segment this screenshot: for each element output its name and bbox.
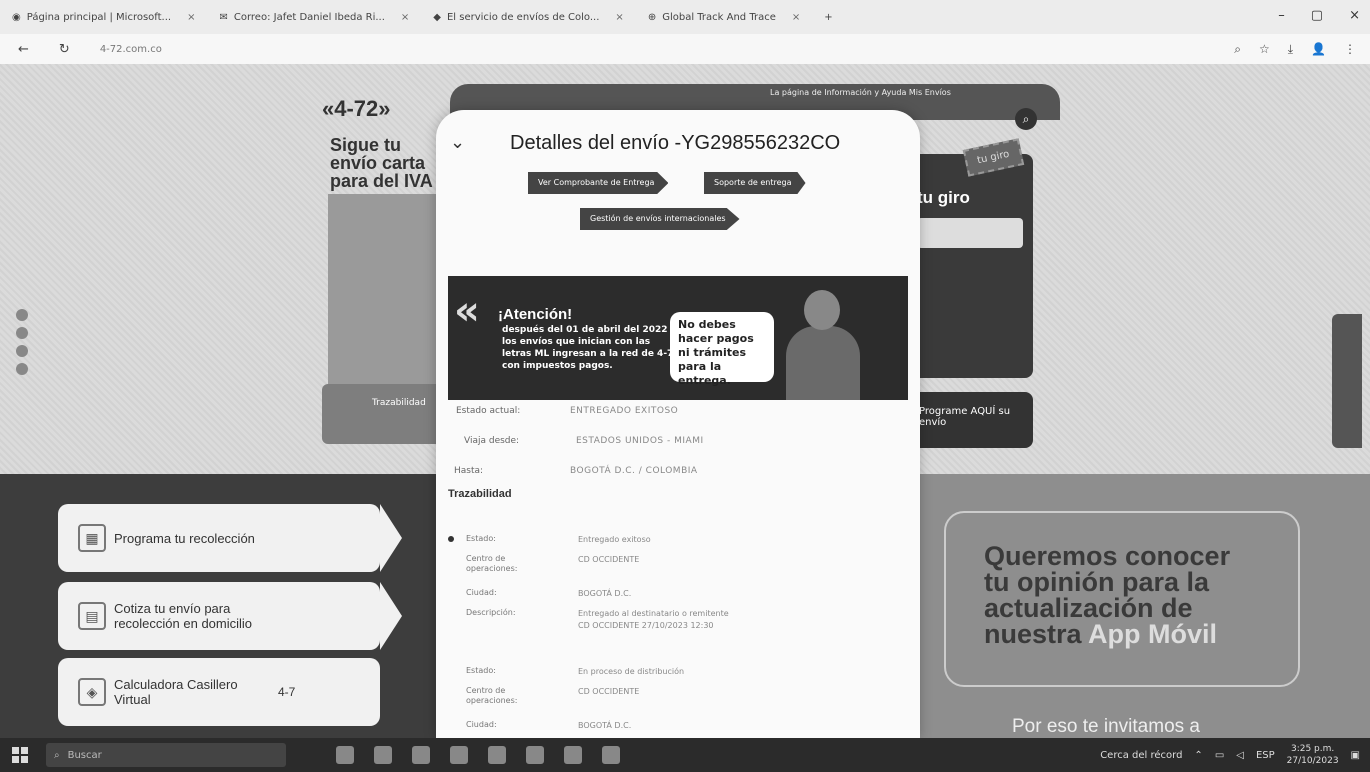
youtube-icon[interactable] <box>16 363 28 375</box>
instagram-icon[interactable] <box>16 327 28 339</box>
address-bar: ← ↻ 4-72.com.co ⌕ ☆ ⤓ 👤 ⋮ <box>0 34 1370 64</box>
tab-label: Correo: Jafet Daniel Ibeda Ri... <box>233 11 385 23</box>
trazabilidad-heading: Trazabilidad <box>448 488 512 500</box>
language-indicator[interactable]: ESP <box>1256 750 1275 761</box>
tracking-banner[interactable]: Trazabilidad <box>322 384 442 444</box>
double-chevron-icon: « <box>454 288 480 334</box>
attention-banner: « ¡Atención! después del 01 de abril del… <box>448 276 908 400</box>
tab-label: Global Track And Trace <box>662 11 776 23</box>
url-field[interactable]: 4-72.com.co <box>100 44 162 55</box>
edge-icon: ◉ <box>12 11 21 23</box>
volume-icon[interactable]: ◁ <box>1236 750 1244 761</box>
reload-icon[interactable]: ↻ <box>59 42 70 57</box>
tab-correo[interactable]: ✉ Correo: Jafet Daniel Ibeda Ri... × <box>207 0 421 34</box>
windows-start-icon[interactable] <box>12 747 28 763</box>
back-icon[interactable]: ← <box>18 42 29 57</box>
ver-comprobante-button[interactable]: Ver Comprobante de Entrega <box>528 172 669 194</box>
card-cotiza-envio[interactable]: ▤ Cotiza tu envío para recolección en do… <box>58 582 402 650</box>
taskbar-apps <box>336 746 620 764</box>
giro-input[interactable] <box>917 218 1023 248</box>
giro-panel: tu giro tu giro <box>905 138 1033 378</box>
person-illustration <box>782 286 862 400</box>
promo-heading: Sigue tu envío carta para del IVA <box>330 135 433 191</box>
taskbar-search[interactable]: ⌕ Buscar <box>46 743 286 767</box>
shipment-details-modal: ⌄ Detalles del envío -YG298556232CO Ver … <box>436 110 920 738</box>
globe-icon: ⊕ <box>647 11 657 23</box>
search-icon: ⌕ <box>54 749 60 761</box>
promo-panel <box>328 194 448 384</box>
network-icon[interactable]: ▭ <box>1215 750 1224 761</box>
maximize-icon[interactable]: ▢ <box>1311 8 1323 23</box>
calendar-icon: ▦ <box>78 524 106 552</box>
box-icon: ◈ <box>78 678 106 706</box>
new-tab-button[interactable]: + <box>812 0 844 34</box>
chrome-app-icon[interactable] <box>602 746 620 764</box>
card-programa-recoleccion[interactable]: ▦ Programa tu recolección <box>58 504 402 572</box>
explorer-app-icon[interactable] <box>412 746 430 764</box>
tab-label: Página principal | Microsoft... <box>26 11 172 23</box>
close-window-icon[interactable]: × <box>1349 8 1360 23</box>
close-icon[interactable]: × <box>187 12 195 23</box>
attention-body: después del 01 de abril del 2022 los env… <box>502 325 680 371</box>
excel-app-icon[interactable] <box>526 746 544 764</box>
close-icon[interactable]: × <box>401 12 409 23</box>
header-links[interactable]: La página de Información y Ayuda Mis Env… <box>770 88 951 97</box>
window-controls: – ▢ × <box>1278 8 1360 23</box>
edge-app-icon[interactable] <box>374 746 392 764</box>
menu-icon[interactable]: ⋮ <box>1344 42 1356 57</box>
tab-label: El servicio de envíos de Colo... <box>446 11 600 23</box>
giro-program-link[interactable]: Programe AQUÍ su envío <box>905 392 1033 448</box>
close-icon[interactable]: × <box>792 12 800 23</box>
gestion-internacional-button[interactable]: Gestión de envíos internacionales <box>580 208 740 230</box>
windows-taskbar: ⌕ Buscar Cerca del récord ⌃ ▭ ◁ ESP 3:25… <box>0 738 1370 772</box>
word-app-icon[interactable] <box>564 746 582 764</box>
opinion-subtitle: Por eso te invitamos a <box>1012 716 1200 737</box>
tab-envios[interactable]: ◆ El servicio de envíos de Colo... × <box>421 0 636 34</box>
outlook-app-icon[interactable] <box>488 746 506 764</box>
store-app-icon[interactable] <box>450 746 468 764</box>
chevron-down-icon[interactable]: ⌄ <box>450 132 465 153</box>
notification-icon[interactable]: ▣ <box>1351 750 1360 761</box>
attention-heading: ¡Atención! <box>498 306 573 323</box>
site-logo[interactable]: «4-72» <box>322 96 391 122</box>
clock[interactable]: 3:25 p.m. 27/10/2023 <box>1287 743 1339 767</box>
side-accessibility-tab[interactable] <box>1332 314 1362 448</box>
zoom-icon[interactable]: ⌕ <box>1234 42 1241 57</box>
close-icon[interactable]: × <box>615 12 623 23</box>
tray-chevron-icon[interactable]: ⌃ <box>1194 750 1202 761</box>
card-casillero-virtual[interactable]: ◈ Calculadora Casillero Virtual 4-7 <box>58 658 380 726</box>
system-tray: Cerca del récord ⌃ ▭ ◁ ESP 3:25 p.m. 27/… <box>1100 743 1360 767</box>
minimize-icon[interactable]: – <box>1278 8 1285 23</box>
soporte-entrega-button[interactable]: Soporte de entrega <box>704 172 806 194</box>
twitter-icon[interactable] <box>16 345 28 357</box>
tab-global-track[interactable]: ⊕ Global Track And Trace × <box>636 0 812 34</box>
download-icon[interactable]: ⤓ <box>1288 42 1293 57</box>
site-icon: ◆ <box>433 11 441 23</box>
attention-bubble: No debes hacer pagos ni trámites para la… <box>670 312 774 387</box>
search-icon[interactable]: ⌕ <box>1015 108 1037 130</box>
browser-tab-bar: ◉ Página principal | Microsoft... × ✉ Co… <box>0 0 1370 34</box>
favorite-icon[interactable]: ☆ <box>1259 42 1270 57</box>
facebook-icon[interactable] <box>16 309 28 321</box>
opinion-banner[interactable]: Queremos conocer tu opinión para la actu… <box>944 511 1300 687</box>
task-view-icon[interactable] <box>336 746 354 764</box>
profile-icon[interactable]: 👤 <box>1311 42 1326 57</box>
event-bullet-icon <box>448 536 454 542</box>
social-icons <box>16 309 28 375</box>
outlook-icon: ✉ <box>219 11 228 23</box>
calculator-icon: ▤ <box>78 602 106 630</box>
modal-title: Detalles del envío -YG298556232CO <box>510 132 841 154</box>
giro-title: tu giro <box>917 188 970 207</box>
tab-microsoft[interactable]: ◉ Página principal | Microsoft... × <box>0 0 207 34</box>
weather-text[interactable]: Cerca del récord <box>1100 750 1182 761</box>
